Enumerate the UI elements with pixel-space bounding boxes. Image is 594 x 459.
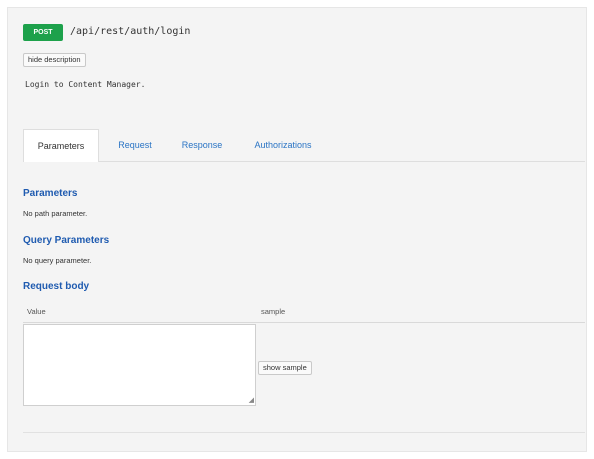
endpoint-panel: POST /api/rest/auth/login hide descripti… [7,7,587,452]
request-body-textarea[interactable]: ◢ [23,324,256,406]
path-parameters-text: No path parameter. [23,209,88,218]
show-sample-button[interactable]: show sample [258,361,312,375]
tab-request[interactable]: Request [111,129,159,161]
resize-grip-icon[interactable]: ◢ [249,397,254,404]
request-body-title: Request body [23,281,90,292]
query-parameters-title: Query Parameters [23,235,110,246]
value-column-label: Value [27,307,46,316]
divider [23,432,585,433]
tab-response[interactable]: Response [174,129,230,161]
endpoint-path: /api/rest/auth/login [70,26,191,37]
method-badge: POST [23,24,63,41]
sample-column-label: sample [261,307,286,316]
request-body-header: Value sample [23,307,585,323]
path-parameters-title: Parameters [23,188,78,199]
hide-description-button[interactable]: hide description [23,53,86,67]
endpoint-description: Login to Content Manager. [25,80,146,89]
tab-bar: Parameters Request Response Authorizatio… [23,129,585,162]
query-parameters-text: No query parameter. [23,256,92,265]
tab-authorizations[interactable]: Authorizations [245,129,321,161]
tab-parameters[interactable]: Parameters [23,129,99,162]
